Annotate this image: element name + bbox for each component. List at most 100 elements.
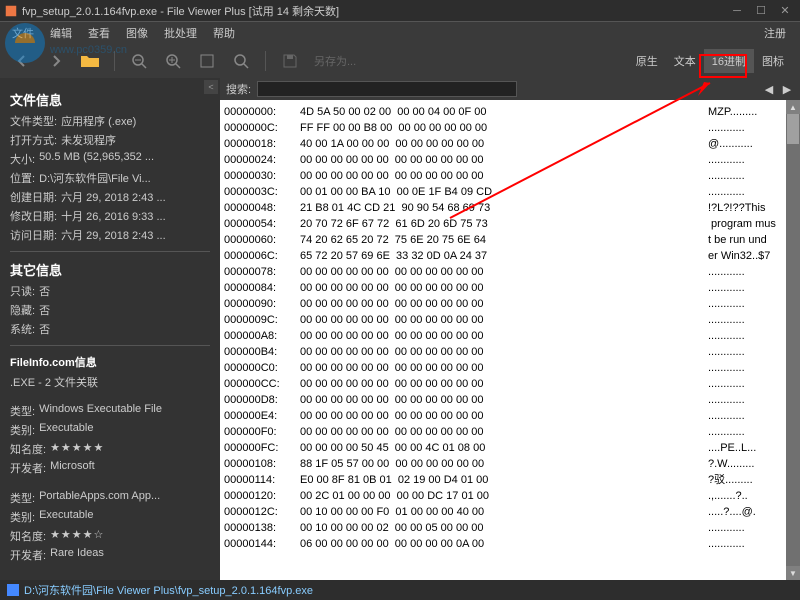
minimize-button[interactable]: ─ bbox=[726, 3, 748, 19]
menu-edit[interactable]: 编辑 bbox=[42, 23, 80, 43]
hex-row[interactable]: 00000054:20 70 72 6F 67 72 61 6D 20 6D 7… bbox=[224, 216, 796, 232]
size-value: 50.5 MB (52,965,352 ... bbox=[39, 151, 154, 167]
hex-bytes: 00 00 00 00 00 00 00 00 00 00 00 00 bbox=[300, 296, 700, 312]
hex-row[interactable]: 00000108:88 1F 05 57 00 00 00 00 00 00 0… bbox=[224, 456, 796, 472]
viewtab-raw[interactable]: 原生 bbox=[628, 49, 666, 73]
hex-row[interactable]: 00000120:00 2C 01 00 00 00 00 00 DC 17 0… bbox=[224, 488, 796, 504]
hex-offset: 000000A8: bbox=[224, 328, 300, 344]
save-icon[interactable] bbox=[276, 47, 304, 75]
hex-ascii: ............ bbox=[700, 328, 745, 344]
hex-offset: 000000FC: bbox=[224, 440, 300, 456]
hex-row[interactable]: 00000090:00 00 00 00 00 00 00 00 00 00 0… bbox=[224, 296, 796, 312]
hex-row[interactable]: 000000A8:00 00 00 00 00 00 00 00 00 00 0… bbox=[224, 328, 796, 344]
hex-ascii: ............ bbox=[700, 360, 745, 376]
menu-view[interactable]: 查看 bbox=[80, 23, 118, 43]
hex-ascii: ............ bbox=[700, 392, 745, 408]
open-folder-button[interactable] bbox=[76, 47, 104, 75]
hex-row[interactable]: 000000F0:00 00 00 00 00 00 00 00 00 00 0… bbox=[224, 424, 796, 440]
viewtab-icon[interactable]: 图标 bbox=[754, 49, 792, 73]
fileinfo-com-title: FileInfo.com信息 bbox=[10, 354, 210, 370]
vertical-scrollbar[interactable]: ▲ ▼ bbox=[786, 100, 800, 580]
hex-offset: 000000F0: bbox=[224, 424, 300, 440]
hex-row[interactable]: 00000060:74 20 62 65 20 72 75 6E 20 75 6… bbox=[224, 232, 796, 248]
hex-bytes: 00 00 00 00 00 00 00 00 00 00 00 00 bbox=[300, 344, 700, 360]
maximize-button[interactable]: ☐ bbox=[750, 3, 772, 19]
hex-row[interactable]: 0000003C:00 01 00 00 BA 10 00 0E 1F B4 0… bbox=[224, 184, 796, 200]
hex-bytes: 00 00 00 00 00 00 00 00 00 00 00 00 bbox=[300, 264, 700, 280]
hex-ascii: ............ bbox=[700, 280, 745, 296]
hex-row[interactable]: 00000114:E0 00 8F 81 0B 01 02 19 00 D4 0… bbox=[224, 472, 796, 488]
hex-offset: 000000D8: bbox=[224, 392, 300, 408]
hex-offset: 00000000: bbox=[224, 104, 300, 120]
scroll-thumb[interactable] bbox=[787, 114, 799, 144]
hex-ascii: ?.W......... bbox=[700, 456, 754, 472]
hex-ascii: er Win32..$7 bbox=[700, 248, 770, 264]
save-as-label[interactable]: 另存为... bbox=[314, 53, 356, 69]
hex-offset: 00000114: bbox=[224, 472, 300, 488]
nav-forward-button[interactable] bbox=[42, 47, 70, 75]
hex-row[interactable]: 00000084:00 00 00 00 00 00 00 00 00 00 0… bbox=[224, 280, 796, 296]
hex-row[interactable]: 00000138:00 10 00 00 00 02 00 00 05 00 0… bbox=[224, 520, 796, 536]
hex-ascii: ............ bbox=[700, 168, 745, 184]
zoom-in-button[interactable] bbox=[159, 47, 187, 75]
menu-batch[interactable]: 批处理 bbox=[156, 23, 205, 43]
dev1-value: Microsoft bbox=[50, 460, 95, 476]
hex-bytes: 00 00 00 00 00 00 00 00 00 00 00 00 bbox=[300, 392, 700, 408]
divider bbox=[10, 345, 210, 346]
hex-bytes: 00 00 00 00 00 00 00 00 00 00 00 00 bbox=[300, 152, 700, 168]
hex-offset: 0000003C: bbox=[224, 184, 300, 200]
hex-offset: 00000060: bbox=[224, 232, 300, 248]
openwith-label: 打开方式: bbox=[10, 132, 57, 148]
hex-row[interactable]: 000000E4:00 00 00 00 00 00 00 00 00 00 0… bbox=[224, 408, 796, 424]
nav-back-button[interactable] bbox=[8, 47, 36, 75]
hex-bytes: 00 00 00 00 00 00 00 00 00 00 00 00 bbox=[300, 312, 700, 328]
hex-bytes: 00 00 00 00 00 00 00 00 00 00 00 00 bbox=[300, 408, 700, 424]
search-input[interactable] bbox=[257, 81, 517, 97]
hex-row[interactable]: 000000FC:00 00 00 00 50 45 00 00 4C 01 0… bbox=[224, 440, 796, 456]
pop1-label: 知名度: bbox=[10, 441, 46, 457]
hex-row[interactable]: 0000009C:00 00 00 00 00 00 00 00 00 00 0… bbox=[224, 312, 796, 328]
search-next-button[interactable]: ▶ bbox=[780, 82, 794, 96]
hex-row[interactable]: 00000000:4D 5A 50 00 02 00 00 00 04 00 0… bbox=[224, 104, 796, 120]
hex-row[interactable]: 000000B4:00 00 00 00 00 00 00 00 00 00 0… bbox=[224, 344, 796, 360]
hex-row[interactable]: 000000CC:00 00 00 00 00 00 00 00 00 00 0… bbox=[224, 376, 796, 392]
hex-bytes: 4D 5A 50 00 02 00 00 00 04 00 0F 00 bbox=[300, 104, 700, 120]
menu-image[interactable]: 图像 bbox=[118, 23, 156, 43]
hex-bytes: 06 00 00 00 00 00 00 00 00 00 0A 00 bbox=[300, 536, 700, 552]
search-prev-button[interactable]: ◀ bbox=[762, 82, 776, 96]
hex-row[interactable]: 00000018:40 00 1A 00 00 00 00 00 00 00 0… bbox=[224, 136, 796, 152]
hex-row[interactable]: 000000C0:00 00 00 00 00 00 00 00 00 00 0… bbox=[224, 360, 796, 376]
hex-bytes: 40 00 1A 00 00 00 00 00 00 00 00 00 bbox=[300, 136, 700, 152]
hex-ascii: ............ bbox=[700, 408, 745, 424]
zoom-actual-button[interactable] bbox=[227, 47, 255, 75]
hex-row[interactable]: 00000078:00 00 00 00 00 00 00 00 00 00 0… bbox=[224, 264, 796, 280]
hex-row[interactable]: 000000D8:00 00 00 00 00 00 00 00 00 00 0… bbox=[224, 392, 796, 408]
viewtab-text[interactable]: 文本 bbox=[666, 49, 704, 73]
menu-help[interactable]: 帮助 bbox=[205, 23, 243, 43]
hex-row[interactable]: 0000000C:FF FF 00 00 B8 00 00 00 00 00 0… bbox=[224, 120, 796, 136]
cat2-label: 类别: bbox=[10, 509, 35, 525]
collapse-sidebar-button[interactable]: < bbox=[204, 80, 218, 94]
zoom-out-button[interactable] bbox=[125, 47, 153, 75]
viewtab-hex[interactable]: 16进制 bbox=[704, 49, 754, 73]
hex-row[interactable]: 00000024:00 00 00 00 00 00 00 00 00 00 0… bbox=[224, 152, 796, 168]
hex-bytes: 20 70 72 6F 67 72 61 6D 20 6D 75 73 bbox=[300, 216, 700, 232]
hex-ascii: ............ bbox=[700, 264, 745, 280]
hex-row[interactable]: 0000006C:65 72 20 57 69 6E 33 32 0D 0A 2… bbox=[224, 248, 796, 264]
register-link[interactable]: 注册 bbox=[754, 23, 796, 43]
hex-bytes: FF FF 00 00 B8 00 00 00 00 00 00 00 bbox=[300, 120, 700, 136]
scroll-up-button[interactable]: ▲ bbox=[786, 100, 800, 114]
scroll-down-button[interactable]: ▼ bbox=[786, 566, 800, 580]
hex-offset: 00000120: bbox=[224, 488, 300, 504]
menu-file[interactable]: 文件 bbox=[4, 23, 42, 43]
hex-row[interactable]: 0000012C:00 10 00 00 00 F0 01 00 00 00 4… bbox=[224, 504, 796, 520]
hex-row[interactable]: 00000144:06 00 00 00 00 00 00 00 00 00 0… bbox=[224, 536, 796, 552]
hex-ascii: @........... bbox=[700, 136, 753, 152]
hex-row[interactable]: 00000030:00 00 00 00 00 00 00 00 00 00 0… bbox=[224, 168, 796, 184]
zoom-fit-button[interactable] bbox=[193, 47, 221, 75]
hex-view[interactable]: 00000000:4D 5A 50 00 02 00 00 00 04 00 0… bbox=[220, 100, 800, 580]
close-button[interactable]: ✕ bbox=[774, 3, 796, 19]
hex-offset: 00000084: bbox=[224, 280, 300, 296]
hex-ascii: ............ bbox=[700, 344, 745, 360]
hex-row[interactable]: 00000048:21 B8 01 4C CD 21 90 90 54 68 6… bbox=[224, 200, 796, 216]
